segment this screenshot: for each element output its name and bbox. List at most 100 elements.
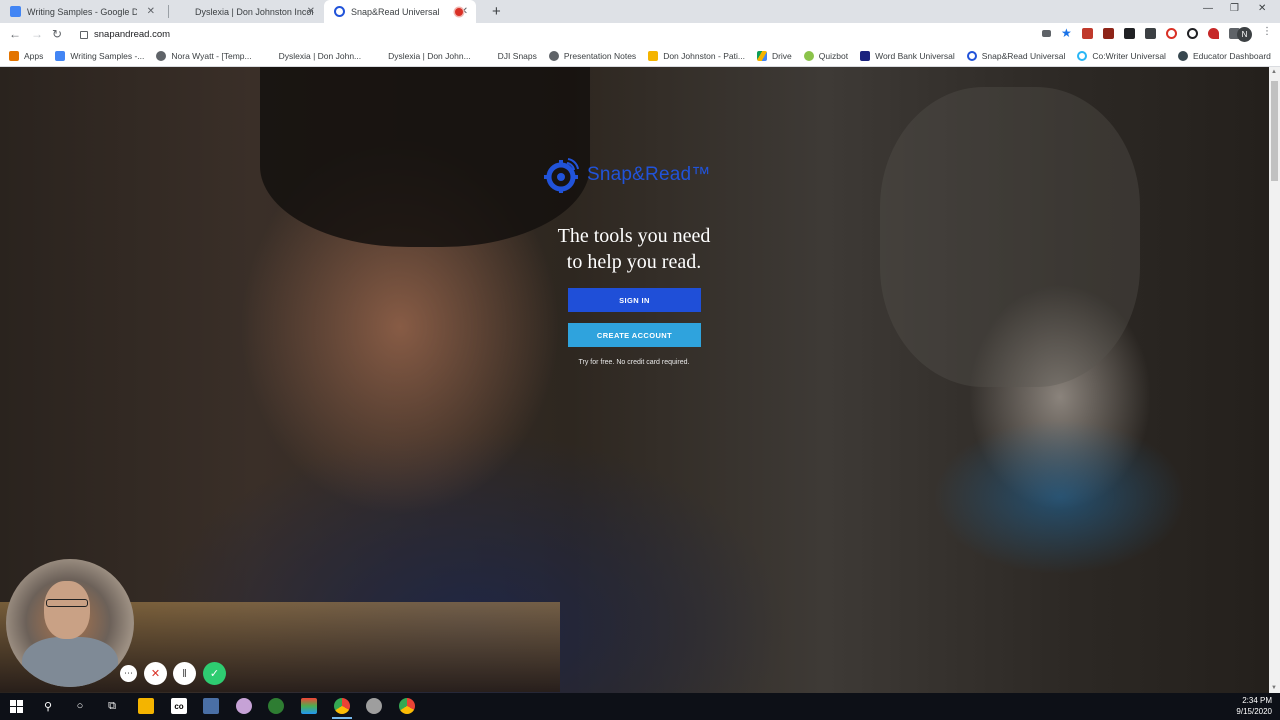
recorder-pause-button[interactable]: ‖	[173, 662, 196, 685]
bookmark-item[interactable]: Word Bank Universal	[860, 51, 955, 61]
bookmark-label: Snap&Read Universal	[981, 51, 1066, 61]
sign-in-button[interactable]: SIGN IN	[568, 288, 701, 312]
tagline-line-1: The tools you need	[557, 225, 711, 247]
restore-button[interactable]: ❐	[1230, 3, 1239, 14]
calculator-icon[interactable]	[203, 698, 219, 714]
snapread-icon	[966, 51, 977, 61]
snapread-logo-icon	[544, 158, 579, 193]
bookmark-item[interactable]: Dyslexia | Don John...	[263, 51, 361, 61]
globe-icon	[156, 51, 167, 61]
dashboard-icon	[1177, 51, 1188, 61]
window-close-button[interactable]: ✕	[1258, 3, 1266, 14]
extension-icon[interactable]	[1145, 28, 1156, 39]
tab-snapread[interactable]: Snap&Read Universal ✕	[324, 0, 476, 23]
task-view-icon[interactable]: ⧉	[104, 698, 120, 714]
bookmark-apps[interactable]: Apps	[9, 51, 43, 61]
bookmark-label: DJI Snaps	[497, 51, 537, 61]
windows-start-icon[interactable]	[8, 698, 24, 714]
extension-icon[interactable]	[1082, 28, 1093, 39]
blank-page-icon	[373, 51, 384, 61]
profile-avatar[interactable]: N	[1237, 27, 1252, 42]
logo-wordmark: Snap&Read™	[587, 164, 711, 185]
background-blur	[880, 87, 1140, 387]
student-hair	[260, 67, 590, 247]
recorder-done-button[interactable]: ✓	[203, 662, 226, 685]
page-scrollbar[interactable]: ▲ ▼	[1269, 67, 1280, 693]
bookmark-item[interactable]: Quizbot	[803, 51, 848, 61]
windows-taskbar: ⚲ ○ ⧉ co 2:34 PM 9/15/2020	[0, 693, 1280, 720]
close-icon[interactable]: ✕	[147, 6, 155, 17]
camera-icon[interactable]	[1042, 30, 1051, 37]
clock-time: 2:34 PM	[1242, 696, 1272, 705]
photos-icon[interactable]	[301, 698, 317, 714]
extension-icon[interactable]	[1166, 28, 1177, 39]
chrome-icon[interactable]	[332, 698, 352, 719]
recorder-cancel-button[interactable]: ✕	[144, 662, 167, 685]
scroll-down-icon[interactable]: ▼	[1271, 685, 1277, 691]
dji-icon	[178, 6, 189, 17]
address-bar[interactable]: snapandread.com	[72, 26, 1032, 43]
new-tab-button[interactable]: +	[492, 3, 501, 20]
bookmark-item[interactable]: Drive	[756, 51, 792, 61]
file-explorer-icon[interactable]	[138, 698, 154, 714]
tab-title: Dyslexia | Don Johnston Incorpor	[195, 6, 313, 17]
browser-tab-strip: Writing Samples - Google Docs ✕ Dyslexia…	[0, 0, 1280, 23]
google-docs-icon	[10, 6, 21, 17]
tab-writing-samples[interactable]: Writing Samples - Google Docs ✕	[0, 0, 163, 23]
scrollbar-thumb[interactable]	[1271, 81, 1278, 181]
bookmark-item[interactable]: Don Johnston - Pati...	[648, 51, 745, 61]
paint-icon[interactable]	[236, 698, 252, 714]
google-docs-icon	[55, 51, 66, 61]
globe-icon	[548, 51, 559, 61]
bookmark-star-icon[interactable]: ★	[1061, 27, 1072, 39]
system-clock[interactable]: 2:34 PM 9/15/2020	[1236, 695, 1272, 717]
bookmark-label: Drive	[771, 51, 792, 61]
extension-icon[interactable]	[1208, 28, 1219, 39]
bookmark-label: Word Bank Universal	[875, 51, 955, 61]
browser-menu-icon[interactable]: ⋮	[1262, 26, 1272, 37]
lock-icon	[80, 30, 88, 39]
bookmark-label: Apps	[24, 51, 44, 61]
extension-icon[interactable]	[1124, 28, 1135, 39]
clock-date: 9/15/2020	[1236, 707, 1272, 716]
recording-indicator-icon	[455, 8, 463, 16]
extension-icon[interactable]	[1187, 28, 1198, 39]
snapread-icon	[334, 6, 345, 17]
chrome-icon[interactable]	[399, 698, 415, 714]
bookmark-item[interactable]: Writing Samples -...	[55, 51, 144, 61]
tagline-line-2: to help you read.	[566, 251, 702, 273]
bookmark-label: Presentation Notes	[563, 51, 637, 61]
app-icon-co[interactable]: co	[171, 698, 187, 714]
close-icon[interactable]: ✕	[307, 6, 315, 17]
snipping-tool-icon[interactable]	[366, 698, 382, 714]
bookmark-item[interactable]: Snap&Read Universal	[966, 51, 1066, 61]
bookmark-item[interactable]: Presentation Notes	[548, 51, 637, 61]
tab-title: Writing Samples - Google Docs	[27, 6, 137, 17]
back-button[interactable]: ←	[9, 27, 21, 41]
extension-icon[interactable]	[1103, 28, 1114, 39]
bookmarks-bar: Apps Writing Samples -... Nora Wyatt - […	[0, 46, 1280, 67]
bookmark-item[interactable]: DJI Snaps	[482, 51, 537, 61]
scroll-up-icon[interactable]: ▲	[1271, 69, 1277, 75]
apps-grid-icon	[9, 51, 19, 61]
bookmark-label: Dyslexia | Don John...	[388, 51, 471, 61]
bookmark-item[interactable]: Educator Dashboard	[1177, 51, 1271, 61]
url-text: snapandread.com	[94, 29, 171, 40]
webcam-bubble[interactable]	[6, 559, 134, 687]
forward-button[interactable]: →	[31, 27, 43, 41]
recorder-more-button[interactable]: ⋯	[120, 665, 137, 682]
bookmark-item[interactable]: Co:Writer Universal	[1077, 51, 1166, 61]
google-drive-icon	[756, 51, 767, 61]
tab-dyslexia[interactable]: Dyslexia | Don Johnston Incorpor ✕	[168, 0, 323, 23]
minimize-button[interactable]: —	[1203, 3, 1213, 14]
bookmark-item[interactable]: Nora Wyatt - [Temp...	[156, 51, 252, 61]
search-icon[interactable]: ⚲	[40, 698, 56, 714]
globe-app-icon[interactable]	[268, 698, 284, 714]
cowriter-icon	[1077, 51, 1088, 61]
reload-button[interactable]: ↻	[52, 27, 62, 41]
presenter-glasses	[46, 599, 88, 607]
bookmark-item[interactable]: Dyslexia | Don John...	[373, 51, 471, 61]
wordbank-icon	[860, 51, 871, 61]
cortana-icon[interactable]: ○	[72, 698, 88, 714]
create-account-button[interactable]: CREATE ACCOUNT	[568, 323, 701, 347]
